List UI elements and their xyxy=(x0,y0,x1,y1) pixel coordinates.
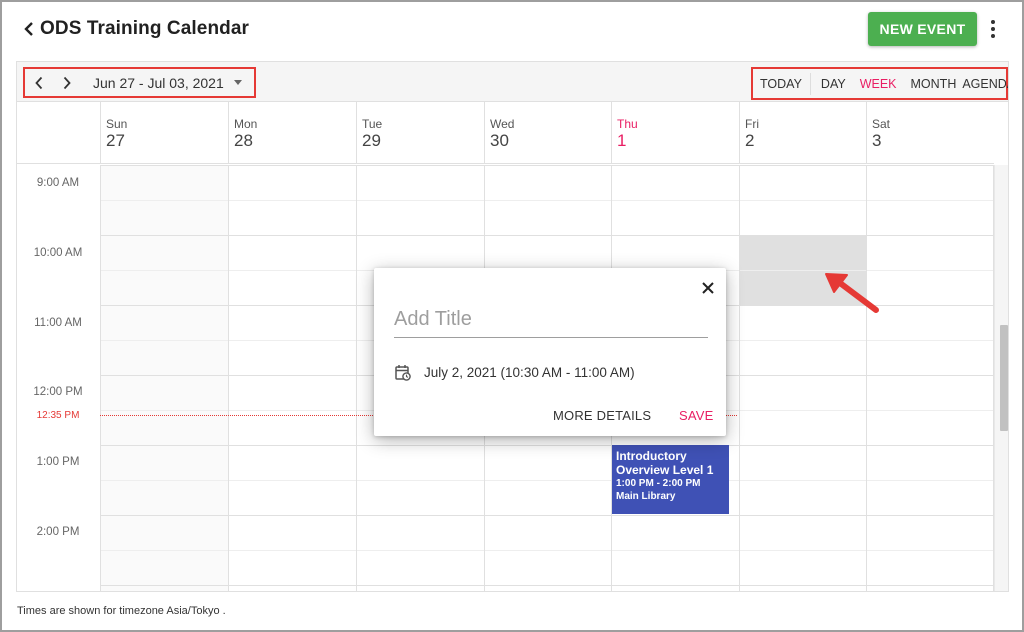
time-label: 12:00 PM xyxy=(33,386,83,398)
timezone-note: Times are shown for timezone Asia/Tokyo … xyxy=(17,605,226,617)
day-header-tue[interactable]: Tue 29 xyxy=(356,102,484,164)
day-name: Wed xyxy=(490,117,515,131)
close-icon[interactable] xyxy=(700,280,716,296)
view-week-button[interactable]: WEEK xyxy=(853,77,904,91)
view-agenda-button[interactable]: AGENDA xyxy=(959,77,1008,91)
column-divider xyxy=(866,165,867,591)
column-divider xyxy=(356,165,357,591)
time-label: 1:00 PM xyxy=(36,456,80,468)
hour-line xyxy=(100,515,994,516)
sunday-column-shade xyxy=(100,165,228,591)
chevron-right-icon xyxy=(63,76,71,89)
day-number: 3 xyxy=(872,131,882,150)
day-header-sun[interactable]: Sun 27 xyxy=(100,102,228,164)
day-name: Mon xyxy=(234,117,258,131)
half-hour-line xyxy=(100,480,994,481)
caret-down-icon[interactable] xyxy=(233,80,242,85)
more-vert-icon[interactable] xyxy=(985,18,1001,40)
calendar-toolbar: Jun 27 - Jul 03, 2021 TODAY DAY WEEK MON… xyxy=(17,62,1008,102)
vertical-scrollbar[interactable] xyxy=(994,165,1008,591)
calendar-clock-icon xyxy=(395,365,411,381)
page-title: ODS Training Calendar xyxy=(40,18,250,39)
day-header-sat[interactable]: Sat 3 xyxy=(866,102,994,164)
time-label: 11:00 AM xyxy=(34,317,82,329)
day-number: 2 xyxy=(745,131,755,150)
event-date-text: July 2, 2021 (10:30 AM - 11:00 AM) xyxy=(424,365,635,380)
quick-add-event-popup: July 2, 2021 (10:30 AM - 11:00 AM) MORE … xyxy=(374,268,726,436)
event-time: 1:00 PM - 2:00 PM xyxy=(616,478,701,489)
app-header: ODS Training Calendar xyxy=(22,14,249,44)
day-number: 27 xyxy=(106,131,125,150)
day-number: 1 xyxy=(617,131,627,150)
week-days-header: Sun 27 Mon 28 Tue 29 Wed 30 Thu 1 Fri 2 … xyxy=(17,102,994,164)
day-name: Tue xyxy=(362,117,383,131)
time-label: 9:00 AM xyxy=(36,177,80,189)
day-number: 28 xyxy=(234,131,253,150)
half-hour-line xyxy=(100,200,994,201)
hour-line xyxy=(100,445,994,446)
chevron-left-icon xyxy=(24,22,33,36)
event-title-input[interactable] xyxy=(394,302,708,338)
day-name: Fri xyxy=(745,117,759,131)
next-week-button[interactable] xyxy=(53,70,81,96)
day-header-wed[interactable]: Wed 30 xyxy=(484,102,611,164)
hour-line xyxy=(100,585,994,586)
half-hour-line xyxy=(100,550,994,551)
hour-line xyxy=(100,235,994,236)
view-month-button[interactable]: MONTH xyxy=(904,77,960,91)
prev-week-button[interactable] xyxy=(25,70,53,96)
today-button[interactable]: TODAY xyxy=(753,72,811,95)
day-header-thu[interactable]: Thu 1 xyxy=(611,102,739,164)
column-divider xyxy=(228,165,229,591)
day-number: 29 xyxy=(362,131,381,150)
day-name: Sat xyxy=(872,117,891,131)
date-navigation: Jun 27 - Jul 03, 2021 xyxy=(23,67,256,98)
event-location: Main Library xyxy=(616,491,676,502)
time-label: 10:00 AM xyxy=(33,247,83,259)
view-day-button[interactable]: DAY xyxy=(814,77,853,91)
annotation-arrow-icon xyxy=(825,273,879,313)
day-name: Thu xyxy=(617,117,638,131)
save-button[interactable]: SAVE xyxy=(679,408,714,423)
time-label: 2:00 PM xyxy=(36,526,80,538)
current-time-label: 12:35 PM xyxy=(36,410,80,421)
day-header-fri[interactable]: Fri 2 xyxy=(739,102,866,164)
day-name: Sun xyxy=(106,117,128,131)
day-header-mon[interactable]: Mon 28 xyxy=(228,102,356,164)
more-details-button[interactable]: MORE DETAILS xyxy=(553,408,651,423)
chevron-left-icon xyxy=(35,76,43,89)
event-card[interactable]: Introductory Overview Level 1 1:00 PM - … xyxy=(612,445,729,514)
view-switcher: TODAY DAY WEEK MONTH AGENDA xyxy=(751,67,1008,100)
day-number: 30 xyxy=(490,131,509,150)
scrollbar-thumb[interactable] xyxy=(1000,325,1008,431)
event-title: Introductory Overview Level 1 xyxy=(616,449,714,477)
new-event-button[interactable]: NEW EVENT xyxy=(868,12,977,46)
column-divider xyxy=(739,165,740,591)
column-divider xyxy=(100,165,101,591)
hour-line xyxy=(100,165,994,166)
back-button[interactable] xyxy=(22,19,36,39)
date-range-label[interactable]: Jun 27 - Jul 03, 2021 xyxy=(93,75,224,91)
event-date-row: July 2, 2021 (10:30 AM - 11:00 AM) xyxy=(395,364,635,381)
